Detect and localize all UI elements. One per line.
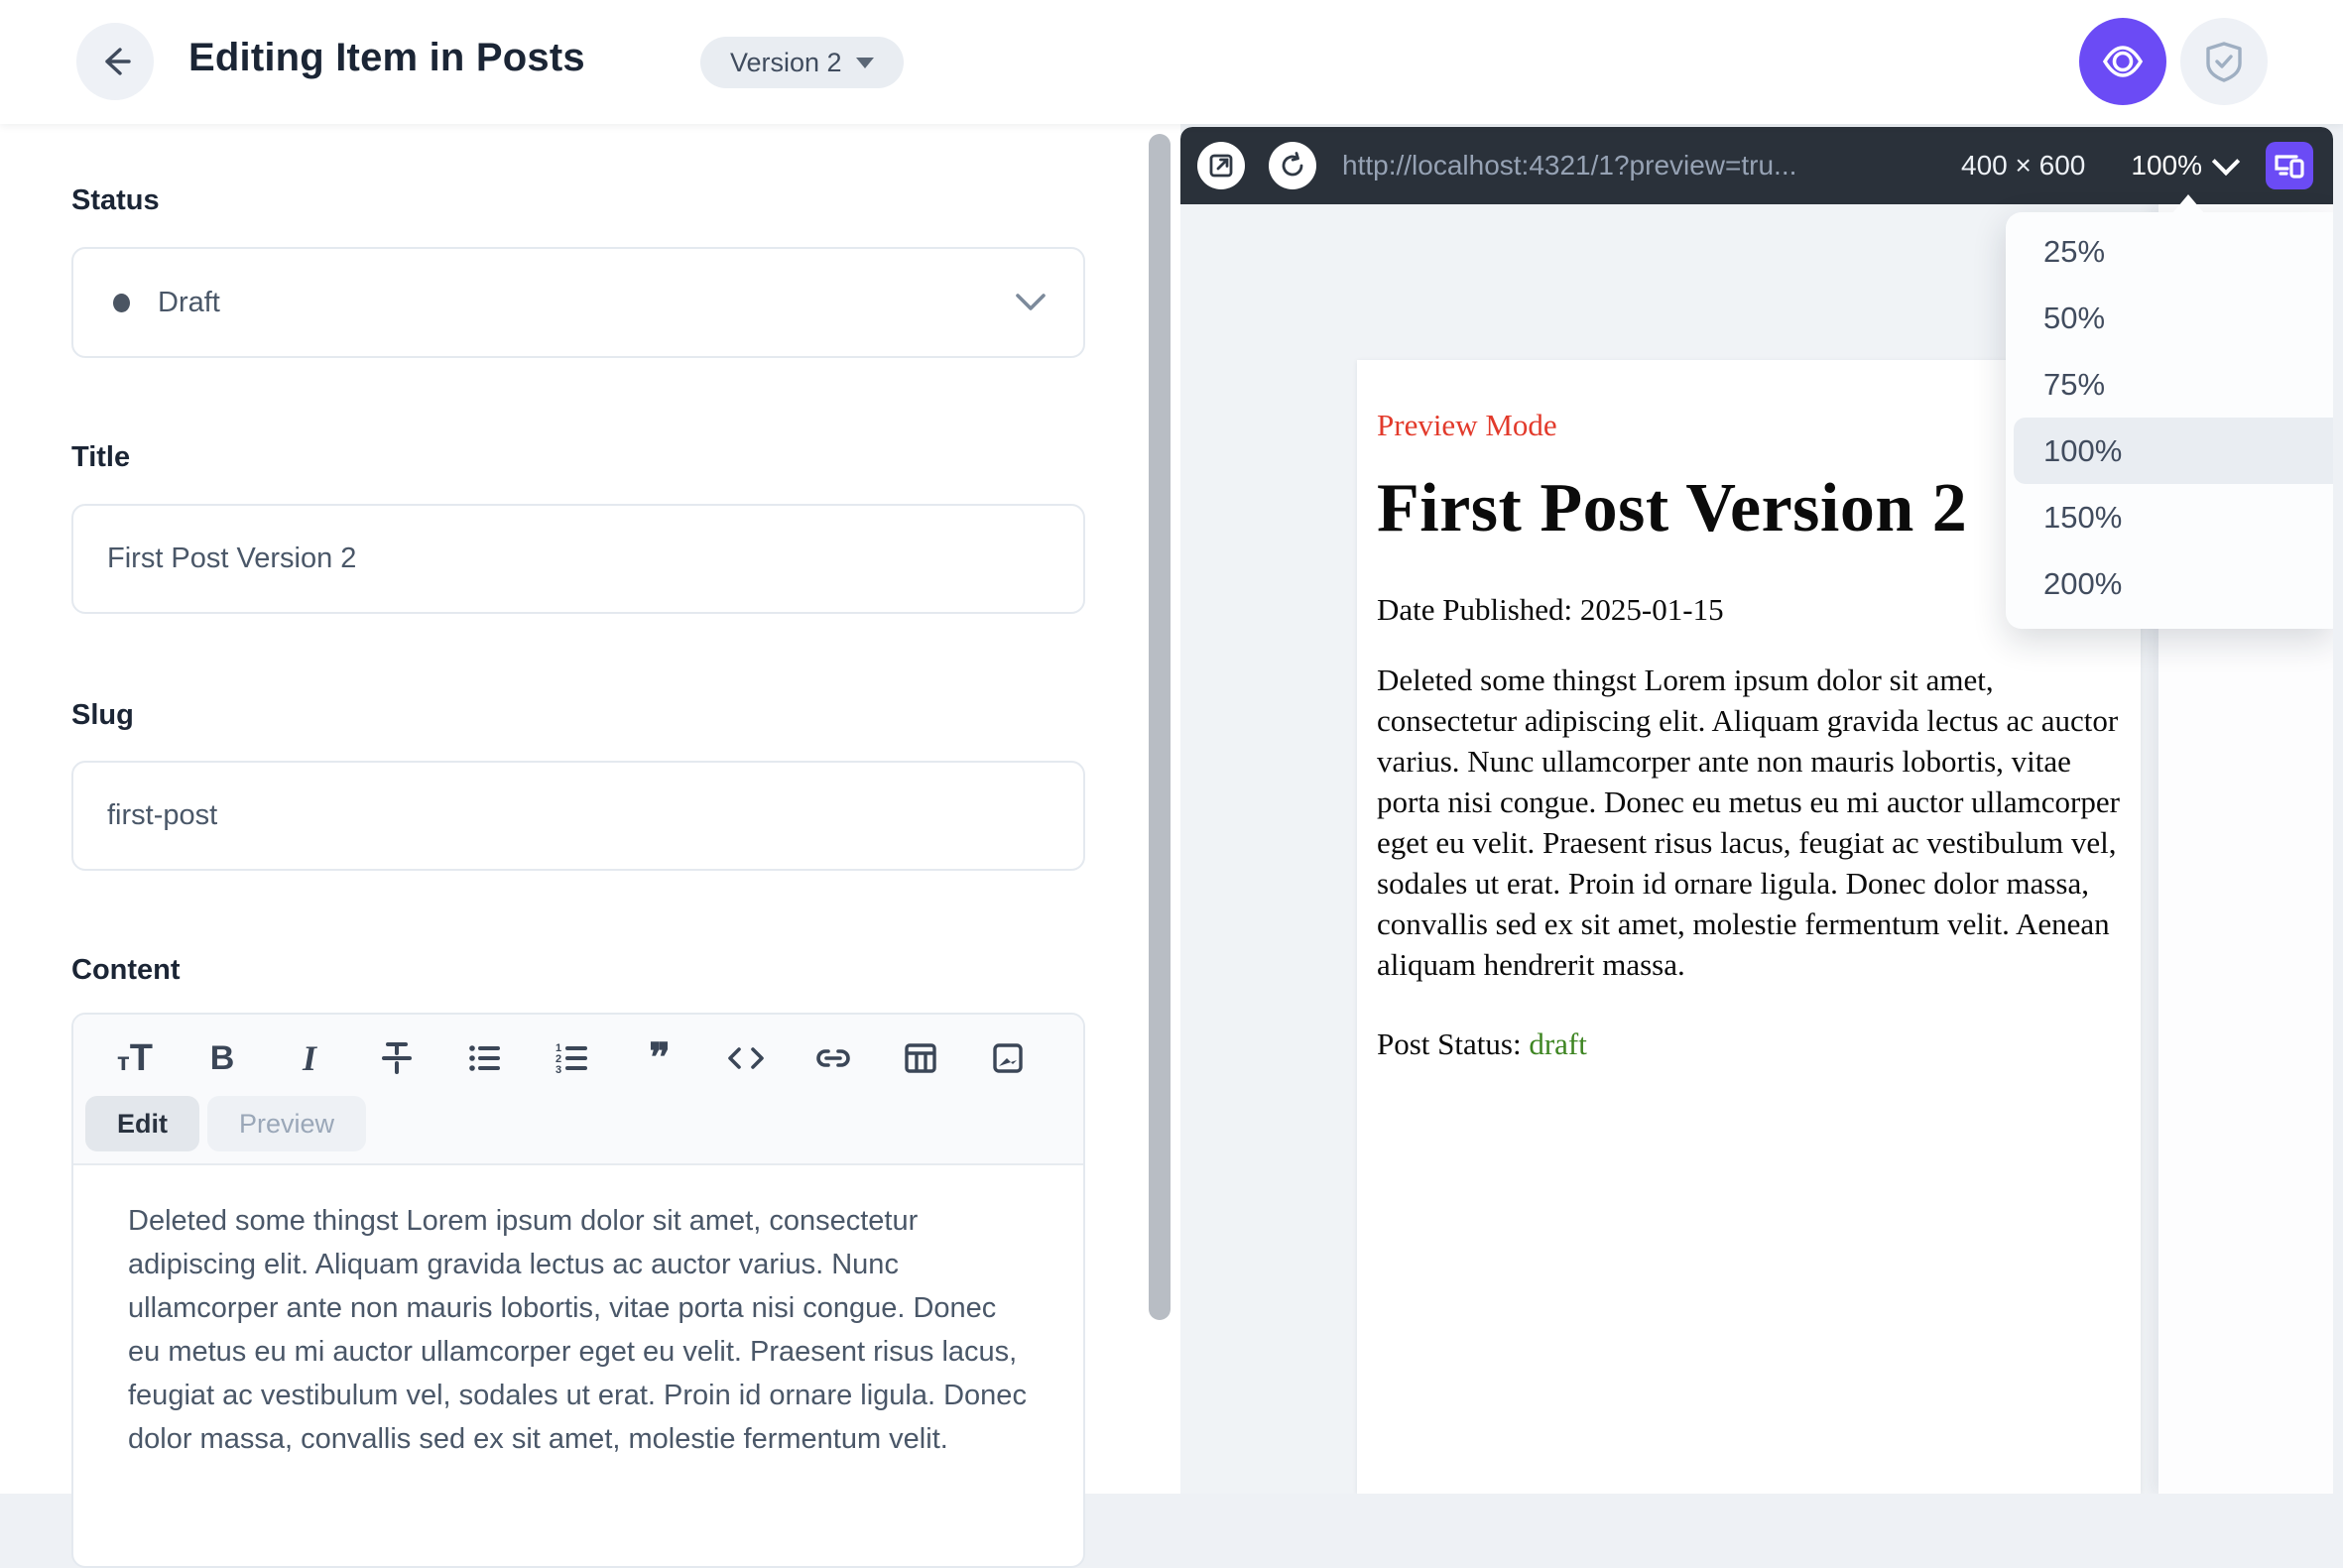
reload-icon: [1282, 152, 1303, 177]
post-status-value: draft: [1529, 1026, 1587, 1061]
version-dropdown[interactable]: Version 2: [700, 37, 904, 88]
link-icon[interactable]: [811, 1036, 855, 1080]
back-button[interactable]: [76, 23, 154, 100]
device-toggle-button[interactable]: [2266, 142, 2313, 189]
edit-form-panel: Status Draft Title First Post Version 2 …: [0, 124, 1180, 1568]
zoom-option-200[interactable]: 200%: [2006, 550, 2333, 617]
zoom-option-25[interactable]: 25%: [2006, 218, 2333, 285]
zoom-level-dropdown[interactable]: 100%: [2131, 147, 2241, 181]
chevron-down-icon: [1016, 294, 1046, 310]
code-icon[interactable]: [724, 1036, 768, 1080]
heading-icon[interactable]: тT: [113, 1036, 157, 1080]
content-editor: тT B I 123 ❞ Edit Preview Deleted some t…: [71, 1013, 1085, 1568]
zoom-option-150[interactable]: 150%: [2006, 484, 2333, 550]
preview-toggle-button[interactable]: [2079, 18, 2166, 105]
left-panel-scrollbar[interactable]: [1149, 134, 1171, 1320]
title-value: First Post Version 2: [107, 543, 357, 574]
shield-check-icon: [2206, 42, 2242, 82]
editor-toolbar-area: тT B I 123 ❞ Edit Preview: [73, 1015, 1083, 1165]
editor-toolbar: тT B I 123 ❞: [73, 1030, 1083, 1090]
blockquote-icon[interactable]: ❞: [637, 1036, 680, 1080]
zoom-option-75[interactable]: 75%: [2006, 351, 2333, 418]
devices-icon: [2275, 155, 2304, 179]
status-select[interactable]: Draft: [71, 247, 1085, 358]
slug-input[interactable]: first-post: [71, 761, 1085, 871]
zoom-option-50[interactable]: 50%: [2006, 285, 2333, 351]
strikethrough-icon[interactable]: [375, 1036, 419, 1080]
content-textarea[interactable]: Deleted some thingst Lorem ipsum dolor s…: [73, 1165, 1083, 1495]
ordered-list-icon[interactable]: 123: [550, 1036, 593, 1080]
image-icon[interactable]: [986, 1036, 1030, 1080]
preview-url[interactable]: http://localhost:4321/1?preview=tru...: [1342, 150, 1961, 181]
post-status-label: Post Status:: [1377, 1026, 1530, 1061]
chevron-down-icon: [2211, 147, 2241, 177]
arrow-left-icon: [105, 48, 131, 75]
external-link-icon: [1209, 154, 1233, 178]
app-header: Editing Item in Posts Version 2: [0, 0, 2343, 124]
italic-icon[interactable]: I: [288, 1036, 331, 1080]
slug-value: first-post: [107, 799, 218, 831]
live-preview-panel: Preview Mode First Post Version 2 Date P…: [1180, 127, 2333, 1494]
status-label: Status: [71, 184, 160, 216]
page-title: Editing Item in Posts: [188, 36, 585, 79]
title-input[interactable]: First Post Version 2: [71, 504, 1085, 614]
zoom-menu: 25% 50% 75% 100% 150% 200%: [2006, 212, 2333, 629]
tab-edit[interactable]: Edit: [85, 1096, 199, 1151]
zoom-option-100[interactable]: 100%: [2014, 418, 2333, 484]
status-dot-icon: [113, 293, 130, 312]
content-label: Content: [71, 954, 181, 986]
caret-down-icon: [855, 57, 874, 68]
version-label: Version 2: [730, 47, 842, 77]
zoom-level-value: 100%: [2131, 150, 2202, 181]
open-in-new-tab-button[interactable]: [1197, 142, 1245, 189]
bullet-list-icon[interactable]: [462, 1036, 506, 1080]
table-icon[interactable]: [899, 1036, 942, 1080]
viewport-size-label: 400 × 600: [1961, 150, 2086, 181]
dropdown-caret: [2172, 194, 2204, 213]
preview-browser-bar: http://localhost:4321/1?preview=tru... 4…: [1180, 127, 2333, 204]
title-label: Title: [71, 441, 131, 473]
preview-post-body: Deleted some thingst Lorem ipsum dolor s…: [1377, 663, 2120, 982]
eye-icon: [2102, 46, 2144, 77]
svg-text:3: 3: [555, 1064, 561, 1076]
slug-label: Slug: [71, 699, 134, 731]
editor-tabs: Edit Preview: [73, 1090, 1083, 1163]
bold-icon[interactable]: B: [200, 1036, 244, 1080]
validate-button[interactable]: [2180, 18, 2268, 105]
status-value: Draft: [158, 286, 220, 318]
tab-preview[interactable]: Preview: [207, 1096, 367, 1151]
preview-post-status: Post Status: draft: [1377, 1026, 2121, 1062]
reload-button[interactable]: [1269, 142, 1316, 189]
